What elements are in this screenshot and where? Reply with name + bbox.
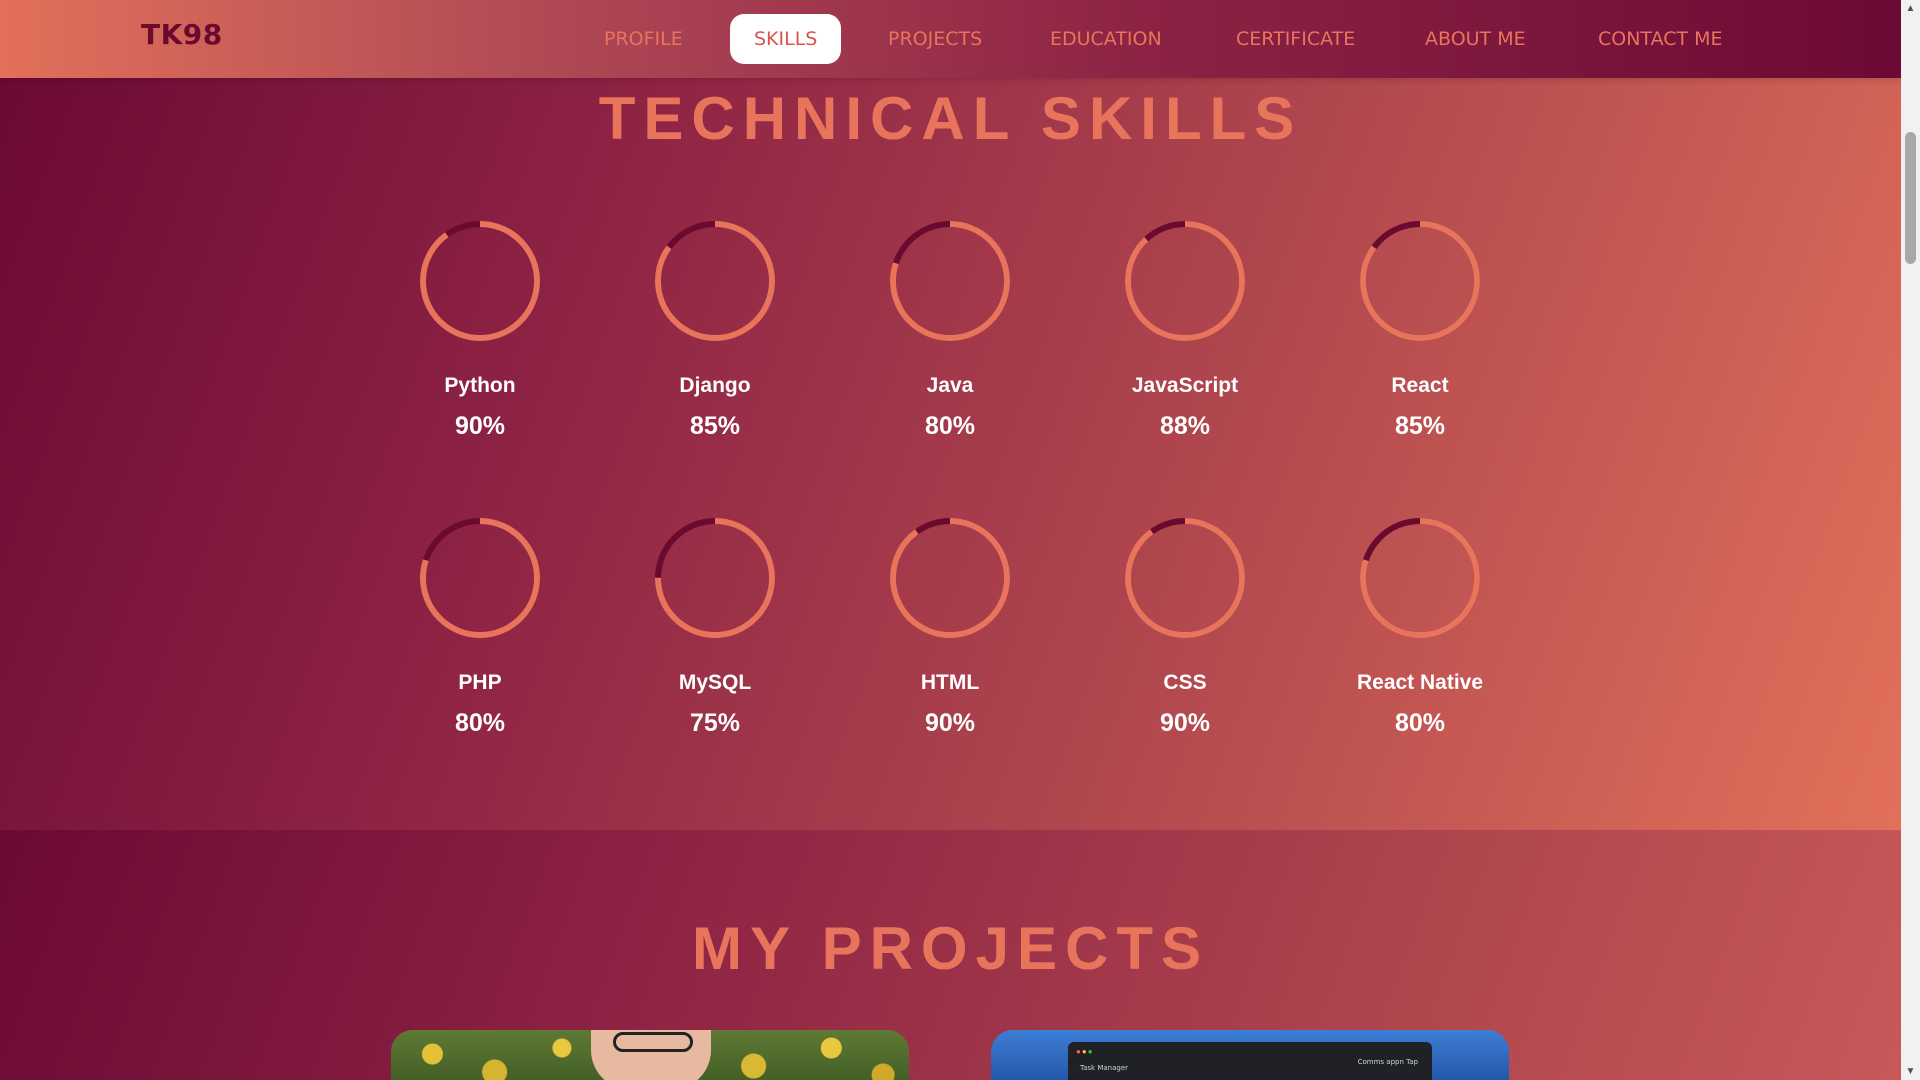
skill-progress-ring xyxy=(1360,518,1480,638)
skills-section: TECHNICAL SKILLS Python 90% Django 85% Java 8… xyxy=(0,78,1901,830)
glasses-icon xyxy=(613,1032,693,1052)
skill-percent: 88% xyxy=(1159,412,1211,440)
skill-progress-ring xyxy=(1125,221,1245,341)
skill-ring-fill xyxy=(1125,518,1245,638)
page-scrollbar[interactable]: ▲ ▼ xyxy=(1901,0,1920,1080)
skill-card: JavaScript 88% xyxy=(1090,216,1280,441)
skill-name: JavaScript xyxy=(1131,374,1239,397)
nav-link-about-me[interactable]: ABOUT ME xyxy=(1401,14,1550,64)
project-image-app-window: ●●● Task Manager Comms appn Tap xyxy=(1068,1042,1432,1080)
top-navbar: TK98 PROFILE SKILLS PROJECTS EDUCATION C… xyxy=(0,0,1901,78)
skill-card: MySQL 75% xyxy=(620,513,810,738)
skill-progress-ring xyxy=(655,518,775,638)
skill-percent: 80% xyxy=(924,412,976,440)
page: TK98 PROFILE SKILLS PROJECTS EDUCATION C… xyxy=(0,0,1901,1080)
project-card-2[interactable]: ●●● Task Manager Comms appn Tap xyxy=(991,1030,1509,1080)
skill-percent: 85% xyxy=(1394,412,1446,440)
nav-link-education[interactable]: EDUCATION xyxy=(1026,14,1186,64)
skill-name: React xyxy=(1391,374,1449,397)
skill-name: MySQL xyxy=(678,671,752,694)
skill-progress-ring xyxy=(1360,221,1480,341)
skill-card: Django 85% xyxy=(620,216,810,441)
nav-link-skills[interactable]: SKILLS xyxy=(730,14,842,64)
project-card-1[interactable] xyxy=(391,1030,909,1080)
skill-card: HTML 90% xyxy=(855,513,1045,738)
skill-progress-ring xyxy=(890,221,1010,341)
skill-percent: 85% xyxy=(689,412,741,440)
nav-links: PROFILE SKILLS PROJECTS EDUCATION CERTIF… xyxy=(0,14,1901,64)
skill-ring-fill xyxy=(890,518,1010,638)
skill-card: Java 80% xyxy=(855,216,1045,441)
skill-card: CSS 90% xyxy=(1090,513,1280,738)
nav-link-certificate[interactable]: CERTIFICATE xyxy=(1212,14,1379,64)
skill-progress-ring xyxy=(1125,518,1245,638)
window-controls-icon: ●●● xyxy=(1076,1047,1094,1056)
scroll-up-arrow-icon[interactable]: ▲ xyxy=(1901,0,1920,17)
skill-name: CSS xyxy=(1163,671,1207,694)
nav-link-contact-me[interactable]: CONTACT ME xyxy=(1574,14,1747,64)
skill-name: Django xyxy=(679,374,751,397)
skill-progress-ring xyxy=(655,221,775,341)
app-window-search: Comms appn Tap xyxy=(1357,1058,1418,1066)
skill-name: Python xyxy=(444,374,516,397)
projects-section: MY PROJECTS xyxy=(0,830,1901,1080)
skill-progress-ring xyxy=(890,518,1010,638)
scroll-down-arrow-icon[interactable]: ▼ xyxy=(1901,1063,1920,1080)
skill-card: PHP 80% xyxy=(385,513,575,738)
nav-link-projects[interactable]: PROJECTS xyxy=(864,14,1006,64)
skill-percent: 80% xyxy=(454,709,506,737)
skill-card: Python 90% xyxy=(385,216,575,441)
app-window-title: Task Manager xyxy=(1080,1064,1129,1072)
skill-name: Java xyxy=(926,374,974,397)
skill-card: React Native 80% xyxy=(1325,513,1515,738)
skills-title: TECHNICAL SKILLS xyxy=(598,85,1303,152)
scrollbar-thumb[interactable] xyxy=(1905,132,1916,264)
skill-percent: 90% xyxy=(454,412,506,440)
skill-name: PHP xyxy=(458,671,502,694)
skill-card: React 85% xyxy=(1325,216,1515,441)
skill-percent: 90% xyxy=(1159,709,1211,737)
nav-link-profile[interactable]: PROFILE xyxy=(580,14,707,64)
skill-ring-fill xyxy=(1125,221,1245,341)
skill-ring-fill xyxy=(420,221,540,341)
skill-percent: 90% xyxy=(924,709,976,737)
skill-progress-ring xyxy=(420,518,540,638)
skill-percent: 80% xyxy=(1394,709,1446,737)
skill-percent: 75% xyxy=(689,709,741,737)
skill-name: HTML xyxy=(920,671,980,694)
projects-title: MY PROJECTS xyxy=(692,915,1209,982)
skill-name: React Native xyxy=(1356,671,1484,694)
skill-progress-ring xyxy=(420,221,540,341)
